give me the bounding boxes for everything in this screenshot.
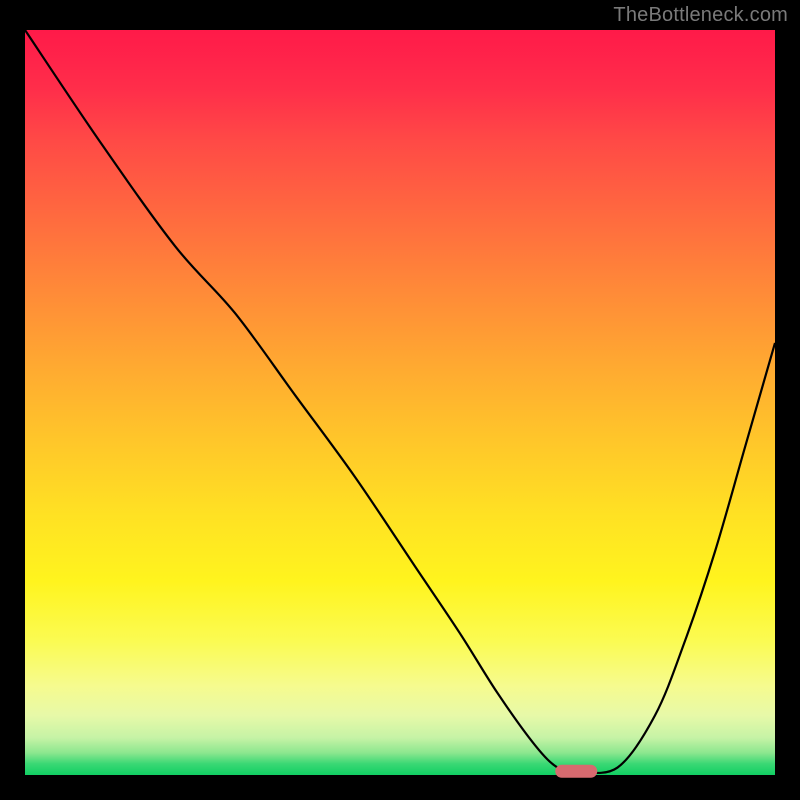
chart-frame: TheBottleneck.com xyxy=(0,0,800,800)
chart-svg xyxy=(25,30,775,775)
bottleneck-curve xyxy=(25,30,775,773)
plot-area xyxy=(25,30,775,775)
watermark-text: TheBottleneck.com xyxy=(613,4,788,27)
optimum-marker xyxy=(555,765,597,778)
